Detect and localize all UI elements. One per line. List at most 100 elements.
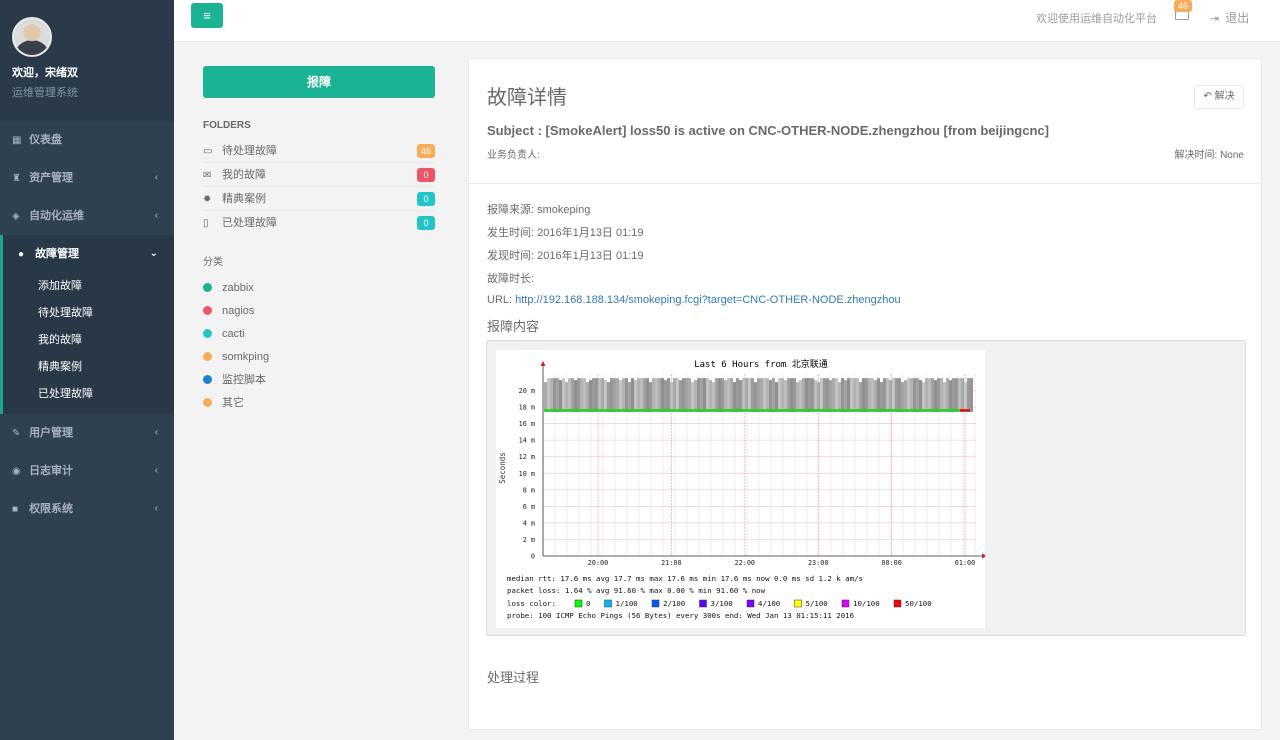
smoke-bar bbox=[889, 380, 892, 413]
smoke-bar bbox=[766, 378, 769, 413]
y-tick-label: 12 m bbox=[519, 453, 535, 461]
smoke-bar bbox=[868, 378, 871, 413]
smoke-bar bbox=[556, 378, 559, 413]
x-tick-label: 23:00 bbox=[808, 559, 828, 567]
sidebar-item-assets[interactable]: ♜ 资产管理 ‹ bbox=[0, 159, 174, 197]
smoke-bar bbox=[736, 378, 739, 413]
smoke-bar bbox=[841, 378, 844, 413]
cube-icon: ◈ bbox=[12, 211, 20, 222]
fault-url-row: URL: http://192.168.188.134/smokeping.fc… bbox=[487, 294, 901, 306]
chevron-left-icon: ‹ bbox=[154, 427, 158, 438]
loss-color-label: 4/100 bbox=[758, 599, 780, 608]
chevron-left-icon: ‹ bbox=[154, 465, 158, 476]
folder-label: 我的故障 bbox=[222, 169, 266, 181]
smoke-bar bbox=[799, 380, 802, 413]
x-tick-label: 00:00 bbox=[881, 559, 901, 567]
avatar[interactable] bbox=[12, 17, 52, 57]
logout-button[interactable]: ⇥ 退出 bbox=[1210, 9, 1249, 26]
sidebar-item-dashboard[interactable]: ▦ 仪表盘 bbox=[0, 121, 174, 159]
submenu-my-fault[interactable]: 我的故障 bbox=[3, 327, 174, 354]
category-scripts[interactable]: 监控脚本 bbox=[203, 369, 435, 392]
folder-pending[interactable]: ▭ 待处理故障 46 bbox=[203, 139, 435, 163]
x-tick-label: 20:00 bbox=[588, 559, 608, 567]
inbox-icon: ▭ bbox=[203, 146, 213, 157]
smoke-bar bbox=[844, 380, 847, 413]
circle-icon bbox=[203, 283, 212, 292]
smoke-bar bbox=[817, 382, 820, 413]
loss-color-label: 10/100 bbox=[853, 599, 880, 608]
smoke-bar bbox=[622, 378, 625, 413]
submenu-add-fault[interactable]: 添加故障 bbox=[3, 273, 174, 300]
circle-icon bbox=[203, 375, 212, 384]
bomb-icon: ● bbox=[18, 249, 25, 260]
submenu-classic-cases[interactable]: 精典案例 bbox=[3, 354, 174, 381]
loss-color-label: 1/100 bbox=[616, 599, 638, 608]
smoke-bar bbox=[775, 382, 778, 413]
smoke-bar bbox=[640, 378, 643, 413]
smoke-bar bbox=[610, 378, 613, 413]
smoke-bar bbox=[778, 378, 781, 413]
smoke-bar bbox=[673, 378, 676, 413]
smoke-bar bbox=[670, 382, 673, 413]
sidebar-item-fault[interactable]: ● 故障管理 ⌄ bbox=[0, 235, 174, 273]
smoke-bar bbox=[919, 380, 922, 413]
category-cacti[interactable]: cacti bbox=[203, 323, 435, 346]
envelope-icon: ✉ bbox=[203, 170, 212, 181]
folder-classic[interactable]: ✹ 精典案例 0 bbox=[203, 187, 435, 211]
sidebar-item-users[interactable]: ✎ 用户管理 ‹ bbox=[0, 414, 174, 452]
smoke-bar bbox=[916, 378, 919, 413]
folder-mine[interactable]: ✉ 我的故障 0 bbox=[203, 163, 435, 187]
found-time: 发现时间: 2016年1月13日 01:19 bbox=[487, 250, 644, 262]
y-tick-label: 14 m bbox=[519, 437, 535, 445]
submenu-resolved-fault[interactable]: 已处理故障 bbox=[3, 381, 174, 408]
smoke-bar bbox=[823, 378, 826, 413]
page-title: 故障详情 bbox=[487, 87, 567, 109]
smoke-bar bbox=[562, 378, 565, 413]
user-welcome[interactable]: 欢迎，宋绪双 bbox=[12, 64, 162, 80]
smoke-bar bbox=[967, 378, 970, 413]
mail-count-badge[interactable]: 46 bbox=[1174, 0, 1193, 12]
folder-resolved[interactable]: ▯ 已处理故障 0 bbox=[203, 211, 435, 235]
smoke-bar bbox=[637, 378, 640, 413]
y-tick-label: 4 m bbox=[523, 519, 535, 527]
folder-label: 待处理故障 bbox=[222, 145, 277, 157]
sidebar-item-permissions[interactable]: ■ 权限系统 ‹ bbox=[0, 490, 174, 528]
circle-icon bbox=[203, 329, 212, 338]
sidebar-item-automation[interactable]: ◈ 自动化运维 ‹ bbox=[0, 197, 174, 235]
smoke-bar bbox=[880, 382, 883, 413]
smoke-bar bbox=[553, 378, 556, 413]
category-label: cacti bbox=[222, 328, 245, 340]
smoke-bar bbox=[838, 382, 841, 413]
smoke-bar bbox=[763, 378, 766, 413]
smoke-bar bbox=[850, 378, 853, 413]
category-heading: 分类 bbox=[203, 257, 223, 268]
submenu-pending-fault[interactable]: 待处理故障 bbox=[3, 300, 174, 327]
smoke-bar bbox=[832, 378, 835, 413]
smoke-bar bbox=[871, 378, 874, 413]
smoke-bar bbox=[706, 378, 709, 413]
smoke-bar bbox=[793, 378, 796, 413]
fault-detail-panel: 故障详情 ↶ 解决 Subject : [SmokeAlert] loss50 … bbox=[468, 58, 1262, 730]
smoke-bar bbox=[601, 378, 604, 413]
smoke-bar bbox=[964, 382, 967, 413]
smoke-bar bbox=[631, 378, 634, 413]
smoke-bar bbox=[667, 378, 670, 413]
category-other[interactable]: 其它 bbox=[203, 392, 435, 415]
resolve-button[interactable]: ↶ 解决 bbox=[1194, 85, 1244, 109]
sidebar-item-audit[interactable]: ◉ 日志审计 ‹ bbox=[0, 452, 174, 490]
category-zabbix[interactable]: zabbix bbox=[203, 277, 435, 300]
report-fault-button[interactable]: 报障 bbox=[203, 66, 435, 98]
category-somkping[interactable]: somkping bbox=[203, 346, 435, 369]
fault-url-link[interactable]: http://192.168.188.134/smokeping.fcgi?ta… bbox=[515, 294, 901, 306]
chevron-left-icon: ‹ bbox=[154, 172, 158, 183]
folder-label: 精典案例 bbox=[222, 193, 266, 205]
x-tick-label: 01:00 bbox=[955, 559, 975, 567]
category-nagios[interactable]: nagios bbox=[203, 300, 435, 323]
smoke-bar bbox=[604, 380, 607, 413]
smoke-bar bbox=[628, 382, 631, 413]
smoke-bar bbox=[769, 380, 772, 413]
menu-toggle-button[interactable]: ≡ bbox=[191, 3, 223, 28]
sidebar: 欢迎，宋绪双 运维管理系统 ▦ 仪表盘 ♜ 资产管理 ‹ ◈ 自动化运维 ‹ ●… bbox=[0, 0, 174, 740]
y-tick-label: 8 m bbox=[523, 486, 535, 494]
user-role: 运维管理系统 bbox=[12, 87, 78, 99]
